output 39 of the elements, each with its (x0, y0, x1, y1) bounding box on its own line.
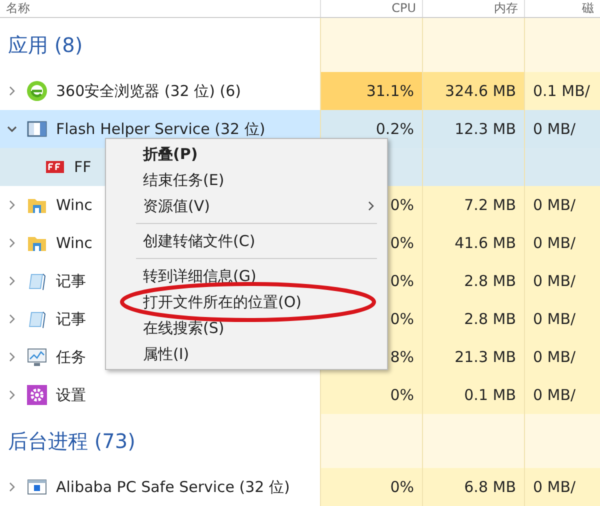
monitor-icon (26, 346, 48, 368)
process-name[interactable]: Winc (56, 194, 92, 216)
memory-value: 12.3 MB (422, 110, 524, 148)
column-header[interactable]: 内存 (422, 0, 524, 17)
disk-value: 0 MB/ (524, 376, 600, 414)
memory-value: 0.1 MB (422, 376, 524, 414)
memory-value: 2.8 MB (422, 262, 524, 300)
disk-value: 0 MB/ (524, 300, 600, 338)
memory-value: 41.6 MB (422, 224, 524, 262)
process-name[interactable]: 记事 (56, 270, 86, 292)
disk-value: 0 MB/ (524, 224, 600, 262)
cpu-value: 0% (320, 468, 422, 506)
process-name[interactable]: 任务 (56, 346, 86, 368)
gear-icon (26, 384, 48, 406)
column-header[interactable]: 名称 (0, 0, 320, 17)
browser-icon (26, 80, 48, 102)
column-header[interactable]: 磁 (524, 0, 600, 17)
memory-value: 6.8 MB (422, 468, 524, 506)
disk-value: 0 MB/ (524, 186, 600, 224)
process-name[interactable]: FF (74, 156, 92, 178)
disk-value: 0.1 MB/ (524, 72, 600, 110)
section-heading: 后台进程 (73) (7, 428, 136, 455)
process-name[interactable]: 设置 (56, 384, 86, 406)
process-name[interactable]: 记事 (56, 308, 86, 330)
disk-value: 0 MB/ (524, 262, 600, 300)
cpu-value: 0% (320, 376, 422, 414)
column-header[interactable]: CPU (320, 0, 422, 17)
process-name[interactable]: Winc (56, 232, 92, 254)
memory-value: 2.8 MB (422, 300, 524, 338)
memory-value: 7.2 MB (422, 186, 524, 224)
process-name[interactable]: 360安全浏览器 (32 位) (6) (56, 80, 241, 102)
memory-value: 21.3 MB (422, 338, 524, 376)
disk-value: 0 MB/ (524, 110, 600, 148)
process-name[interactable]: Alibaba PC Safe Service (32 位) (56, 476, 290, 498)
memory-value: 324.6 MB (422, 72, 524, 110)
section-heading: 应用 (8) (7, 32, 83, 59)
disk-value: 0 MB/ (524, 468, 600, 506)
cpu-value: 31.1% (320, 72, 422, 110)
disk-value: 0 MB/ (524, 338, 600, 376)
